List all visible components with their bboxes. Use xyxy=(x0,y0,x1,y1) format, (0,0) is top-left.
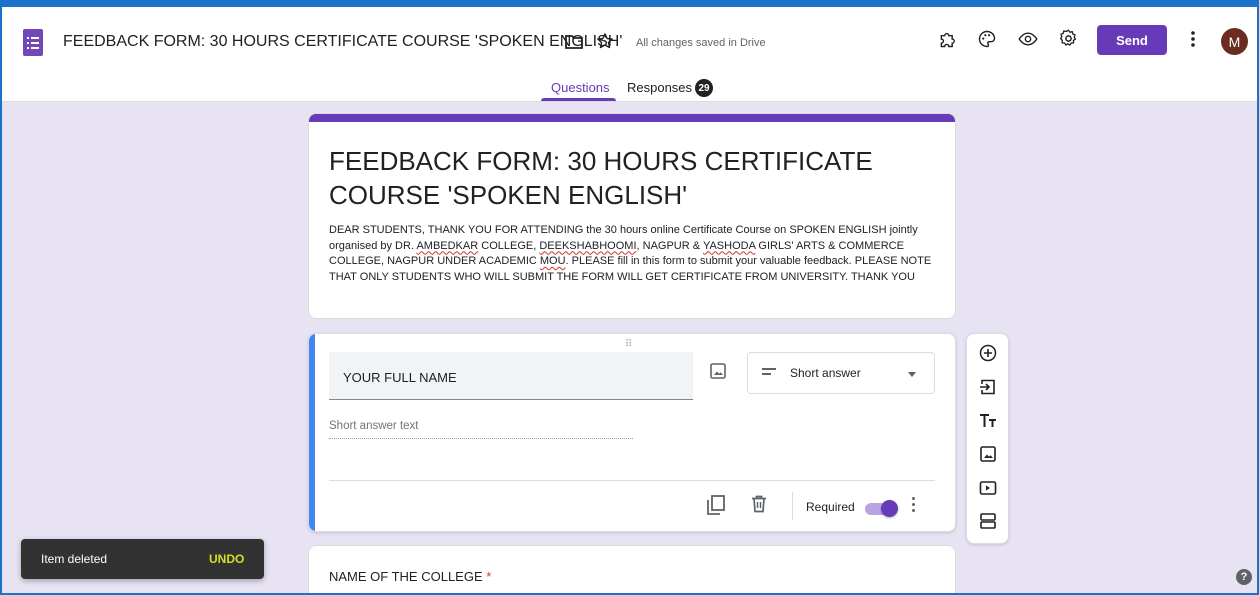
app-header: FEEDBACK FORM: 30 HOURS CERTIFICATE COUR… xyxy=(0,0,1259,102)
question-title-text: YOUR FULL NAME xyxy=(343,370,457,385)
snackbar-message: Item deleted xyxy=(41,552,108,566)
required-asterisk: * xyxy=(486,569,492,584)
question-type-select[interactable]: Short answer xyxy=(747,352,935,394)
theme-color-bar xyxy=(309,114,955,122)
drag-handle-icon[interactable]: ⠿ xyxy=(625,339,633,350)
form-title[interactable]: FEEDBACK FORM: 30 HOURS CERTIFICATE COUR… xyxy=(329,144,929,212)
question-card[interactable]: NAME OF THE COLLEGE * xyxy=(308,545,956,595)
settings-gear-icon[interactable] xyxy=(1058,28,1079,49)
floating-toolbar xyxy=(966,333,1009,544)
undo-button[interactable]: UNDO xyxy=(209,552,244,566)
delete-trash-icon[interactable] xyxy=(751,495,769,515)
preview-eye-icon[interactable] xyxy=(1017,29,1039,49)
responses-count-badge: 29 xyxy=(695,79,713,97)
question-more-options-icon[interactable] xyxy=(910,497,916,517)
palette-icon[interactable] xyxy=(977,29,997,49)
active-tab-indicator xyxy=(541,98,616,101)
question-type-label: Short answer xyxy=(790,366,861,380)
add-section-icon[interactable] xyxy=(979,512,997,530)
form-header-card[interactable]: FEEDBACK FORM: 30 HOURS CERTIFICATE COUR… xyxy=(308,113,956,319)
save-status: All changes saved in Drive xyxy=(636,37,766,49)
add-title-text-icon[interactable] xyxy=(979,412,997,430)
google-forms-logo-icon[interactable] xyxy=(23,29,43,56)
account-avatar[interactable]: M xyxy=(1221,28,1248,55)
help-icon[interactable]: ? xyxy=(1236,569,1252,585)
question-card-active[interactable]: ⠿ YOUR FULL NAME Short answer Short answ… xyxy=(308,333,956,532)
add-video-icon[interactable] xyxy=(979,479,997,497)
snackbar: Item deleted UNDO xyxy=(21,539,264,579)
import-questions-icon[interactable] xyxy=(979,378,997,396)
required-toggle-thumb[interactable] xyxy=(881,500,898,517)
tab-questions[interactable]: Questions xyxy=(551,80,610,95)
add-image-icon[interactable] xyxy=(709,362,727,380)
move-to-folder-icon[interactable] xyxy=(565,34,583,50)
question-title-input[interactable]: YOUR FULL NAME xyxy=(329,352,693,400)
chevron-down-icon xyxy=(908,372,916,377)
active-card-indicator xyxy=(309,334,315,531)
add-image-toolbar-icon[interactable] xyxy=(979,445,997,463)
tab-responses[interactable]: Responses xyxy=(627,80,692,95)
footer-separator xyxy=(792,492,793,520)
question-title: NAME OF THE COLLEGE * xyxy=(329,569,492,584)
duplicate-icon[interactable] xyxy=(707,495,725,515)
required-label: Required xyxy=(806,500,855,514)
document-title[interactable]: FEEDBACK FORM: 30 HOURS CERTIFICATE COUR… xyxy=(63,33,622,51)
answer-placeholder: Short answer text xyxy=(329,420,633,439)
card-divider xyxy=(329,480,935,481)
more-options-icon[interactable] xyxy=(1188,29,1198,49)
star-icon[interactable] xyxy=(596,32,614,50)
addons-puzzle-icon[interactable] xyxy=(938,29,958,49)
form-description[interactable]: DEAR STUDENTS, THANK YOU FOR ATTENDING t… xyxy=(329,223,939,285)
send-button[interactable]: Send xyxy=(1097,25,1167,55)
add-question-icon[interactable] xyxy=(979,344,997,362)
short-answer-icon xyxy=(762,368,776,375)
